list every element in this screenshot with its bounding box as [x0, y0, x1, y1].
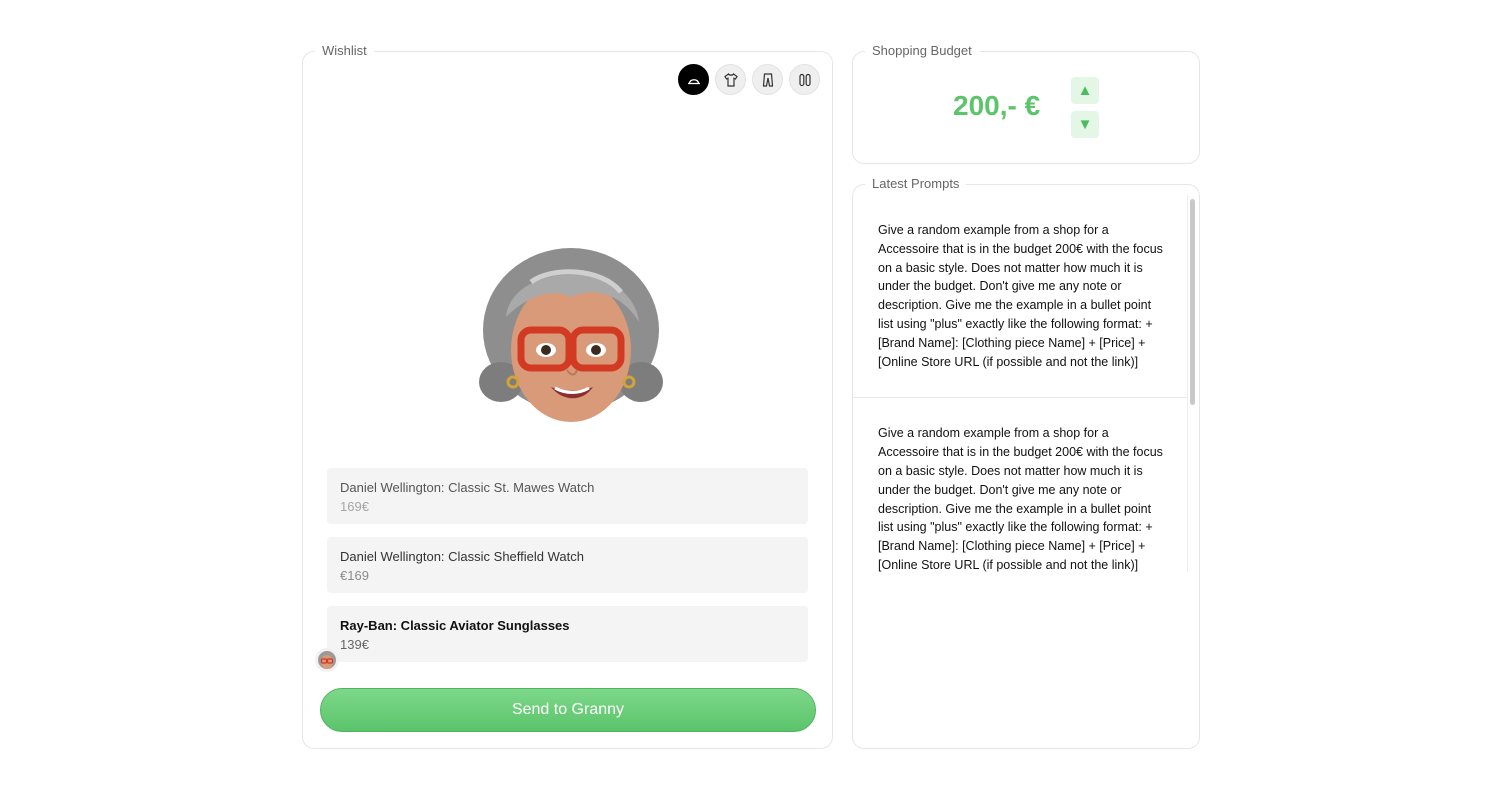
- accessoire-icon: [687, 78, 700, 84]
- item-price: 139€: [340, 637, 369, 652]
- prompts-list[interactable]: Give a random example from a shop for a …: [853, 195, 1199, 572]
- wishlist-panel: Wishlist Daniel Wellington: Classic St. …: [302, 43, 833, 749]
- prompts-panel: Latest Prompts Give a random example fro…: [852, 176, 1200, 749]
- category-bar: [678, 64, 820, 95]
- budget-panel: Shopping Budget 200,- € ▲ ▼: [852, 43, 1200, 164]
- item-price: €169: [340, 568, 369, 583]
- granny-avatar-small: [315, 648, 339, 672]
- pants-icon: [762, 72, 773, 87]
- budget-decrease-button[interactable]: ▼: [1071, 111, 1099, 138]
- shirt-icon: [723, 72, 738, 87]
- prompts-scrollbar[interactable]: [1190, 199, 1195, 405]
- wishlist-legend: Wishlist: [315, 43, 374, 59]
- budget-legend: Shopping Budget: [865, 43, 979, 59]
- wishlist-item[interactable]: Daniel Wellington: Classic Sheffield Wat…: [327, 537, 808, 593]
- budget-value: 200,- €: [953, 90, 1041, 121]
- item-title: Daniel Wellington: Classic St. Mawes Wat…: [340, 480, 595, 495]
- arrow-up-icon: ▲: [1077, 82, 1093, 99]
- category-shirt-button[interactable]: [715, 64, 746, 95]
- item-price: 169€: [340, 499, 369, 514]
- prompts-legend: Latest Prompts: [865, 176, 967, 192]
- category-pants-button[interactable]: [752, 64, 783, 95]
- item-title: Ray-Ban: Classic Aviator Sunglasses: [340, 618, 570, 633]
- arrow-down-icon: ▼: [1077, 116, 1093, 133]
- send-to-granny-button[interactable]: Send to Granny: [320, 688, 816, 732]
- budget-increase-button[interactable]: ▲: [1071, 77, 1099, 104]
- shoes-icon: [798, 73, 811, 86]
- prompt-entry: Give a random example from a shop for a …: [853, 398, 1187, 572]
- category-shoes-button[interactable]: [789, 64, 820, 95]
- item-title: Daniel Wellington: Classic Sheffield Wat…: [340, 549, 584, 564]
- wishlist-item[interactable]: Ray-Ban: Classic Aviator Sunglasses 139€: [327, 606, 808, 662]
- granny-avatar: [479, 248, 663, 422]
- prompt-entry: Give a random example from a shop for a …: [853, 195, 1187, 399]
- wishlist-items: Daniel Wellington: Classic St. Mawes Wat…: [327, 468, 808, 675]
- category-accessoire-button[interactable]: [678, 64, 709, 95]
- wishlist-item[interactable]: Daniel Wellington: Classic St. Mawes Wat…: [327, 468, 808, 524]
